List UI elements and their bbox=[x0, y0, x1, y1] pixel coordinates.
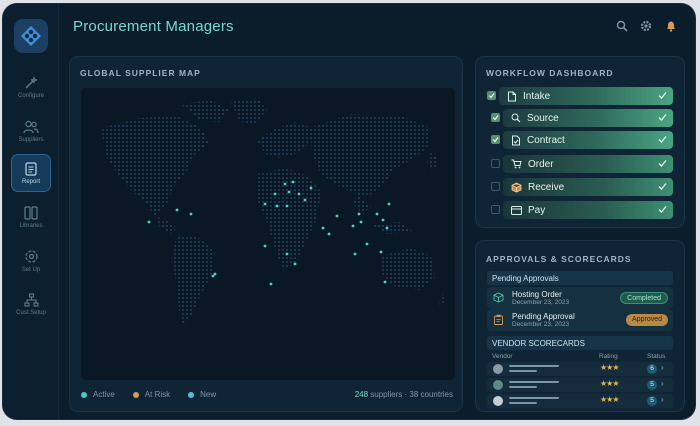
check-icon bbox=[658, 206, 667, 213]
bell-icon[interactable] bbox=[665, 20, 677, 32]
box-icon bbox=[511, 182, 522, 192]
rating-stars: ★★★ bbox=[600, 379, 619, 388]
sidebar-item-cust-setup[interactable]: Cust Setup bbox=[11, 285, 51, 323]
sidebar: Configure Suppliers Report Libraries Set… bbox=[3, 4, 59, 419]
rating-stars: ★★★ bbox=[600, 395, 619, 404]
search-icon[interactable] bbox=[616, 20, 628, 32]
supplier-count: 248 bbox=[354, 390, 369, 399]
cart-icon bbox=[511, 159, 522, 169]
cube-icon bbox=[493, 292, 504, 303]
column-header-vendor: Vendor bbox=[492, 353, 513, 360]
wand-icon bbox=[25, 76, 38, 88]
column-header-status: Status bbox=[647, 353, 666, 360]
legend-item-at-risk: At Risk bbox=[132, 390, 170, 399]
sidebar-item-label: Libraries bbox=[19, 222, 43, 229]
check-icon bbox=[658, 160, 667, 167]
approval-date: December 23, 2023 bbox=[512, 321, 570, 328]
sidebar-item-label: Suppliers bbox=[18, 136, 44, 143]
workflow-step-label: Source bbox=[527, 112, 559, 124]
file-icon bbox=[508, 91, 516, 101]
map-stats: 248 suppliers · 38 countries bbox=[355, 390, 453, 399]
checkbox-unchecked[interactable] bbox=[491, 159, 500, 168]
workflow-title: WORKFLOW DASHBOARD bbox=[486, 68, 614, 78]
workflow-step-source[interactable]: Source bbox=[487, 109, 673, 127]
gear-icon[interactable] bbox=[640, 20, 652, 32]
avatar bbox=[493, 380, 503, 390]
approval-name: Hosting Order bbox=[512, 290, 562, 299]
checkbox-checked[interactable] bbox=[491, 135, 500, 144]
check-icon bbox=[658, 114, 667, 121]
approval-name: Pending Approval bbox=[512, 312, 575, 321]
app-logo[interactable] bbox=[14, 19, 48, 53]
vendor-scorecards-header: VENDOR SCORECARDS bbox=[487, 336, 673, 350]
chevron-right-icon[interactable]: › bbox=[661, 395, 664, 404]
avatar bbox=[493, 364, 503, 374]
checkbox-checked[interactable] bbox=[487, 91, 496, 100]
chevron-right-icon[interactable]: › bbox=[661, 363, 664, 372]
status-count: 6 bbox=[647, 364, 657, 374]
app-window: Configure Suppliers Report Libraries Set… bbox=[3, 4, 695, 419]
sidebar-item-suppliers[interactable]: Suppliers bbox=[11, 112, 51, 150]
sidebar-item-label: Set Up bbox=[21, 267, 41, 273]
chevron-right-icon[interactable]: › bbox=[661, 379, 664, 388]
sidebar-item-label: Cust Setup bbox=[16, 309, 46, 316]
status-count: 5 bbox=[647, 396, 657, 406]
status-badge: Completed bbox=[620, 292, 668, 304]
checkbox-unchecked[interactable] bbox=[491, 205, 500, 214]
page-title: Procurement Managers bbox=[73, 18, 234, 35]
workflow-step-label: Intake bbox=[523, 90, 551, 102]
sidebar-item-setup[interactable]: Set Up bbox=[11, 242, 51, 280]
workflow-step-label: Receive bbox=[528, 181, 565, 193]
card-icon bbox=[511, 205, 522, 215]
table-row[interactable]: ★★★ 5 › bbox=[487, 378, 673, 392]
columns-icon bbox=[24, 205, 38, 220]
workflow-step-contract[interactable]: Contract bbox=[487, 131, 673, 149]
legend-item-new: New bbox=[188, 390, 216, 399]
check-icon bbox=[658, 92, 667, 99]
workflow-step-label: Order bbox=[528, 158, 554, 170]
map-legend: Active At Risk New bbox=[81, 390, 216, 399]
checkbox-unchecked[interactable] bbox=[491, 182, 500, 191]
search-icon bbox=[511, 113, 521, 123]
workflow-step-label: Contract bbox=[527, 134, 565, 146]
status-badge: Approved bbox=[626, 314, 668, 326]
sidebar-item-label: Report bbox=[21, 178, 40, 185]
checkbox-checked[interactable] bbox=[491, 113, 500, 122]
rating-stars: ★★★ bbox=[600, 363, 619, 372]
clipboard-icon bbox=[494, 314, 503, 325]
approvals-title: APPROVALS & SCORECARDS bbox=[486, 254, 632, 264]
supplier-stats-text: suppliers · 38 countries bbox=[370, 390, 453, 399]
workflow-step-intake[interactable]: Intake bbox=[487, 87, 673, 105]
users-icon bbox=[23, 120, 39, 133]
approval-item-pending[interactable]: Pending Approval December 23, 2023 Appro… bbox=[487, 309, 673, 331]
check-icon bbox=[658, 136, 667, 143]
contract-icon bbox=[512, 135, 520, 145]
workflow-step-order[interactable]: Order bbox=[487, 155, 673, 173]
hierarchy-icon bbox=[23, 292, 39, 307]
avatar bbox=[493, 396, 503, 406]
document-icon bbox=[25, 161, 37, 176]
column-header-rating: Rating bbox=[599, 353, 618, 360]
approval-date: December 23, 2023 bbox=[512, 299, 570, 306]
approval-item-hosting-order[interactable]: Hosting Order December 23, 2023 Complete… bbox=[487, 287, 673, 309]
sidebar-item-report[interactable]: Report bbox=[11, 154, 51, 192]
check-icon bbox=[658, 183, 667, 190]
settings-circle-icon bbox=[24, 250, 38, 263]
status-count: 5 bbox=[647, 380, 657, 390]
world-map[interactable] bbox=[81, 88, 455, 380]
sidebar-item-libraries[interactable]: Libraries bbox=[11, 198, 51, 236]
map-title: GLOBAL SUPPLIER MAP bbox=[80, 68, 201, 78]
sidebar-item-configure[interactable]: Configure bbox=[11, 68, 51, 106]
workflow-step-receive[interactable]: Receive bbox=[487, 178, 673, 196]
table-row[interactable]: ★★★ 6 › bbox=[487, 362, 673, 376]
workflow-step-pay[interactable]: Pay bbox=[487, 201, 673, 219]
pending-approvals-header: Pending Approvals bbox=[487, 271, 673, 285]
workflow-step-label: Pay bbox=[528, 204, 546, 216]
legend-item-active: Active bbox=[81, 390, 115, 399]
sidebar-item-label: Configure bbox=[17, 92, 44, 99]
table-row[interactable]: ★★★ 5 › bbox=[487, 394, 673, 408]
